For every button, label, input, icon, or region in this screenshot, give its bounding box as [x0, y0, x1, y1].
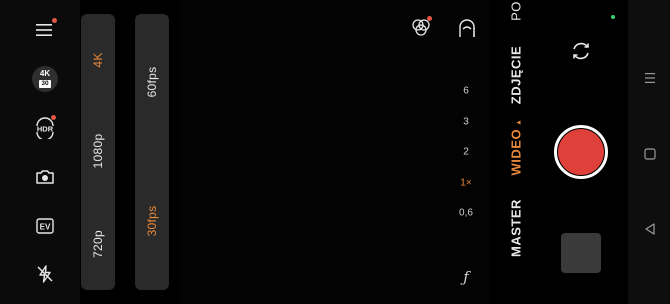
- menu-notification-dot: [52, 18, 57, 23]
- beauty-button[interactable]: [456, 17, 478, 39]
- hdr-icon: HDR: [36, 117, 54, 139]
- resolution-badge-icon: 4K 30: [32, 66, 58, 92]
- system-navigation-bar: [628, 0, 670, 304]
- flash-off-icon: [37, 265, 53, 283]
- mode-video[interactable]: WIDEO ▲: [509, 119, 524, 176]
- recents-icon: [645, 73, 655, 83]
- record-button[interactable]: [554, 125, 608, 179]
- zoom-level-6[interactable]: 6: [463, 86, 469, 97]
- home-button[interactable]: [644, 147, 656, 160]
- fps-option-30[interactable]: 30fps: [145, 206, 159, 237]
- gallery-thumbnail[interactable]: [561, 233, 601, 273]
- back-button[interactable]: [644, 222, 656, 235]
- back-icon: [645, 223, 655, 235]
- ev-label: EV: [40, 223, 51, 232]
- mode-master[interactable]: MASTER: [509, 199, 524, 257]
- aperture-button[interactable]: ƒ: [463, 268, 469, 286]
- face-retouch-icon: [459, 19, 475, 37]
- hdr-label: HDR: [37, 125, 54, 134]
- mode-caret-icon: ▲: [515, 118, 523, 126]
- mode-video-label: WIDEO: [508, 128, 524, 176]
- filters-notification-dot: [427, 16, 432, 21]
- badge-fps: 30: [39, 80, 51, 88]
- recent-apps-button[interactable]: [644, 71, 656, 83]
- badge-resolution: 4K: [39, 69, 51, 78]
- home-icon: [644, 148, 656, 160]
- viewfinder[interactable]: [180, 0, 490, 304]
- hdr-button[interactable]: HDR: [29, 112, 61, 144]
- fps-option-60[interactable]: 60fps: [145, 67, 159, 98]
- record-indicator: [558, 129, 604, 175]
- resolution-option-4k[interactable]: 4K: [91, 52, 105, 67]
- ev-icon: EV: [36, 218, 54, 234]
- resolution-option-720p[interactable]: 720p: [91, 230, 105, 258]
- switch-camera-icon: [573, 42, 589, 60]
- flash-button[interactable]: [29, 258, 61, 290]
- mode-photo[interactable]: ZDJĘCIE: [509, 46, 524, 104]
- zoom-level-1x[interactable]: 1×: [460, 178, 471, 189]
- resolution-badge-button[interactable]: 4K 30: [29, 63, 61, 95]
- zoom-level-0-6[interactable]: 0,6: [459, 208, 473, 219]
- camera-icon: [36, 170, 54, 184]
- zoom-level-3[interactable]: 3: [463, 117, 469, 128]
- zoom-level-2[interactable]: 2: [463, 147, 469, 158]
- framerate-selector: 60fps 30fps: [135, 14, 169, 290]
- ev-button[interactable]: EV: [29, 210, 61, 242]
- resolution-option-1080p[interactable]: 1080p: [91, 134, 105, 169]
- left-toolbar: 4K 30 HDR EV: [0, 0, 80, 304]
- camera-settings-button[interactable]: [29, 161, 61, 193]
- privacy-indicator-dot: [611, 15, 615, 19]
- mode-portrait[interactable]: PO: [509, 1, 524, 21]
- hdr-notification-dot: [51, 115, 56, 120]
- switch-camera-button[interactable]: [569, 39, 593, 63]
- resolution-selector: 4K 1080p 720p: [81, 14, 115, 290]
